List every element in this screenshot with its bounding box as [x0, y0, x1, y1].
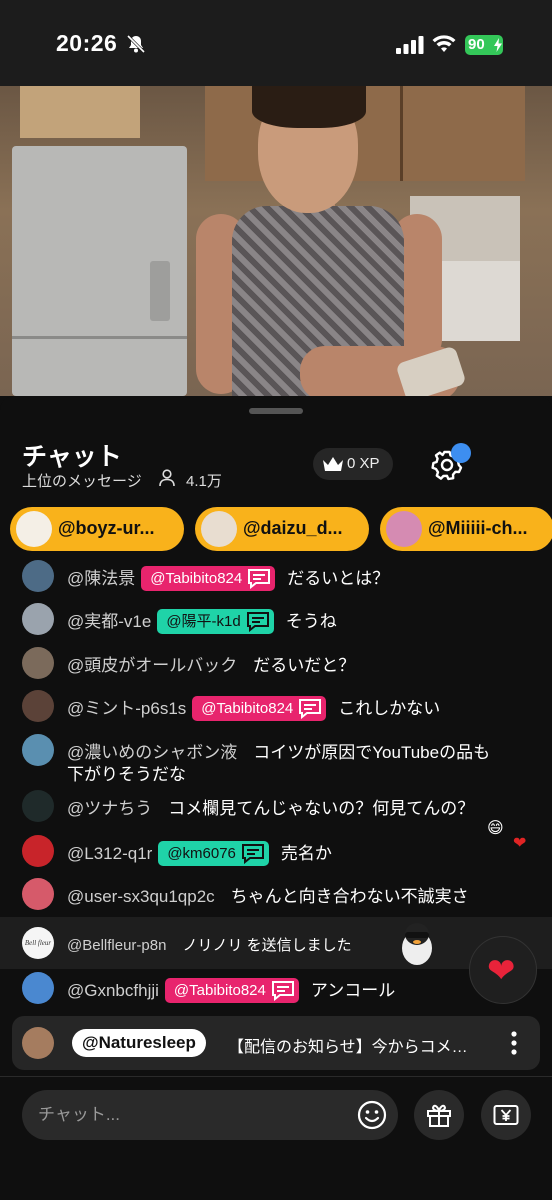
pinned-author[interactable]: @Naturesleep [72, 1029, 206, 1057]
chat-input-container [22, 1090, 398, 1140]
avatar [22, 972, 54, 1004]
reply-tag[interactable]: @Tabibito824 [164, 978, 299, 1003]
chat-title: チャット [22, 443, 122, 471]
status-time: 20:26 [56, 30, 118, 56]
message-author[interactable]: @ミント-p6s1s [67, 699, 186, 718]
avatar [386, 511, 422, 547]
wifi-icon [432, 35, 456, 52]
reply-tag[interactable]: @Tabibito824 [192, 696, 327, 721]
chat-mode-label[interactable]: 上位のメッセージ [22, 470, 142, 491]
person-icon [159, 469, 175, 487]
xp-button[interactable]: 0 XP [313, 448, 393, 480]
avatar-logo-text: Bell fleur [24, 939, 52, 947]
message-text: 売名か [280, 844, 332, 863]
reply-tag-label: @Tabibito824 [150, 570, 243, 587]
message-author[interactable]: @陳法景 [67, 569, 135, 588]
divider [0, 1076, 552, 1077]
battery-icon: 90 [465, 35, 503, 55]
reply-icon [241, 844, 264, 864]
viewer-count: 4.1万 [186, 473, 222, 490]
notification-badge [451, 443, 471, 463]
more-vertical-icon[interactable] [506, 1030, 522, 1056]
reply-icon [271, 981, 294, 1001]
message-author[interactable]: @ツナちう [67, 799, 152, 818]
reply-tag[interactable]: @km6076 [158, 841, 269, 866]
chat-input[interactable] [38, 1102, 338, 1128]
reply-tag[interactable]: @Tabibito824 [141, 566, 276, 591]
avatar: Bell fleur [22, 927, 54, 959]
smile-icon[interactable] [357, 1100, 387, 1130]
reply-tag-label: @km6076 [167, 845, 236, 862]
gift-pill-name: @boyz-ur... [58, 518, 155, 538]
crown-icon [323, 457, 343, 471]
pinned-text: 【配信のお知らせ】今からコメ… [228, 1039, 468, 1056]
floating-heart: ❤ [513, 835, 527, 852]
reply-tag[interactable]: @陽平-k1d [157, 609, 274, 634]
message-author[interactable]: @頭皮がオールバック [67, 656, 237, 675]
avatar [22, 690, 54, 722]
message-author[interactable]: @実都-v1e [67, 612, 151, 631]
signal-icon [396, 36, 424, 54]
avatar [22, 835, 54, 867]
message-author[interactable]: @Bellfleur-p8n [67, 937, 166, 954]
yen-icon [493, 1105, 519, 1125]
avatar [22, 878, 54, 910]
gift-pill[interactable]: @boyz-ur... [10, 507, 184, 551]
message-text: そうね [285, 612, 337, 631]
avatar [22, 647, 54, 679]
floating-emoji: 😄 [487, 820, 504, 837]
message-text: これしかない [338, 699, 441, 718]
message-text-cont: 下がりそうだな [67, 765, 186, 784]
avatar [22, 560, 54, 592]
gift-pill[interactable]: @Miiiii-ch... [380, 507, 552, 551]
reply-tag-label: @Tabibito824 [173, 982, 266, 999]
gift-pill-row: @boyz-ur... @daizu_d... @Miiiii-ch... [0, 507, 552, 553]
avatar [22, 734, 54, 766]
message-author[interactable]: @Gxnbcfhjji [67, 981, 159, 1000]
message-text: コイツが原因でYouTubeの品も [253, 743, 491, 762]
bell-slash-icon [126, 34, 146, 54]
heart-icon: ❤ [487, 952, 516, 990]
message-author[interactable]: @L312-q1r [67, 844, 152, 863]
video-boxes [20, 86, 140, 138]
battery-level: 90 [468, 36, 485, 53]
reply-icon [248, 569, 271, 589]
avatar [201, 511, 237, 547]
xp-label: 0 XP [347, 455, 380, 472]
message-text: だるいだと？ [253, 656, 356, 675]
gift-pill-name: @Miiiii-ch... [428, 518, 528, 538]
pinned-announcement[interactable]: @Naturesleep 【配信のお知らせ】今からコメ… [12, 1016, 540, 1070]
penguin-sticker-icon [402, 923, 432, 965]
message-text: コメ欄見てんじゃないの？何見てんの？ [168, 799, 475, 818]
chat-message[interactable]: @濃いめのシャボン液 コイツが原因でYouTubeの品も 下がりそうだな [22, 734, 542, 784]
charging-bolt-icon [494, 38, 502, 52]
gift-pill[interactable]: @daizu_d... [195, 507, 369, 551]
reply-tag-label: @Tabibito824 [201, 700, 294, 717]
gift-pill-name: @daizu_d... [243, 518, 343, 538]
message-author[interactable]: @user-sx3qu1qp2c [67, 887, 215, 906]
reply-tag-label: @陽平-k1d [166, 613, 241, 630]
message-text: アンコール [310, 981, 396, 1000]
avatar [22, 790, 54, 822]
message-text: ちゃんと向き合わない不誠実さ [230, 887, 469, 906]
status-bar: 20:26 90 [0, 0, 552, 86]
gift-icon [427, 1104, 451, 1127]
avatar [22, 603, 54, 635]
super-chat-button[interactable] [481, 1090, 531, 1140]
reply-icon [299, 699, 322, 719]
message-text: だるいとは？ [287, 569, 390, 588]
avatar [22, 1027, 54, 1059]
drag-handle[interactable] [249, 408, 303, 414]
like-heart-button[interactable]: ❤ [469, 936, 537, 1004]
live-video[interactable] [0, 86, 552, 396]
gift-button[interactable] [414, 1090, 464, 1140]
message-text: ノリノリ を送信しました [182, 937, 352, 954]
avatar [16, 511, 52, 547]
reply-icon [246, 612, 269, 632]
